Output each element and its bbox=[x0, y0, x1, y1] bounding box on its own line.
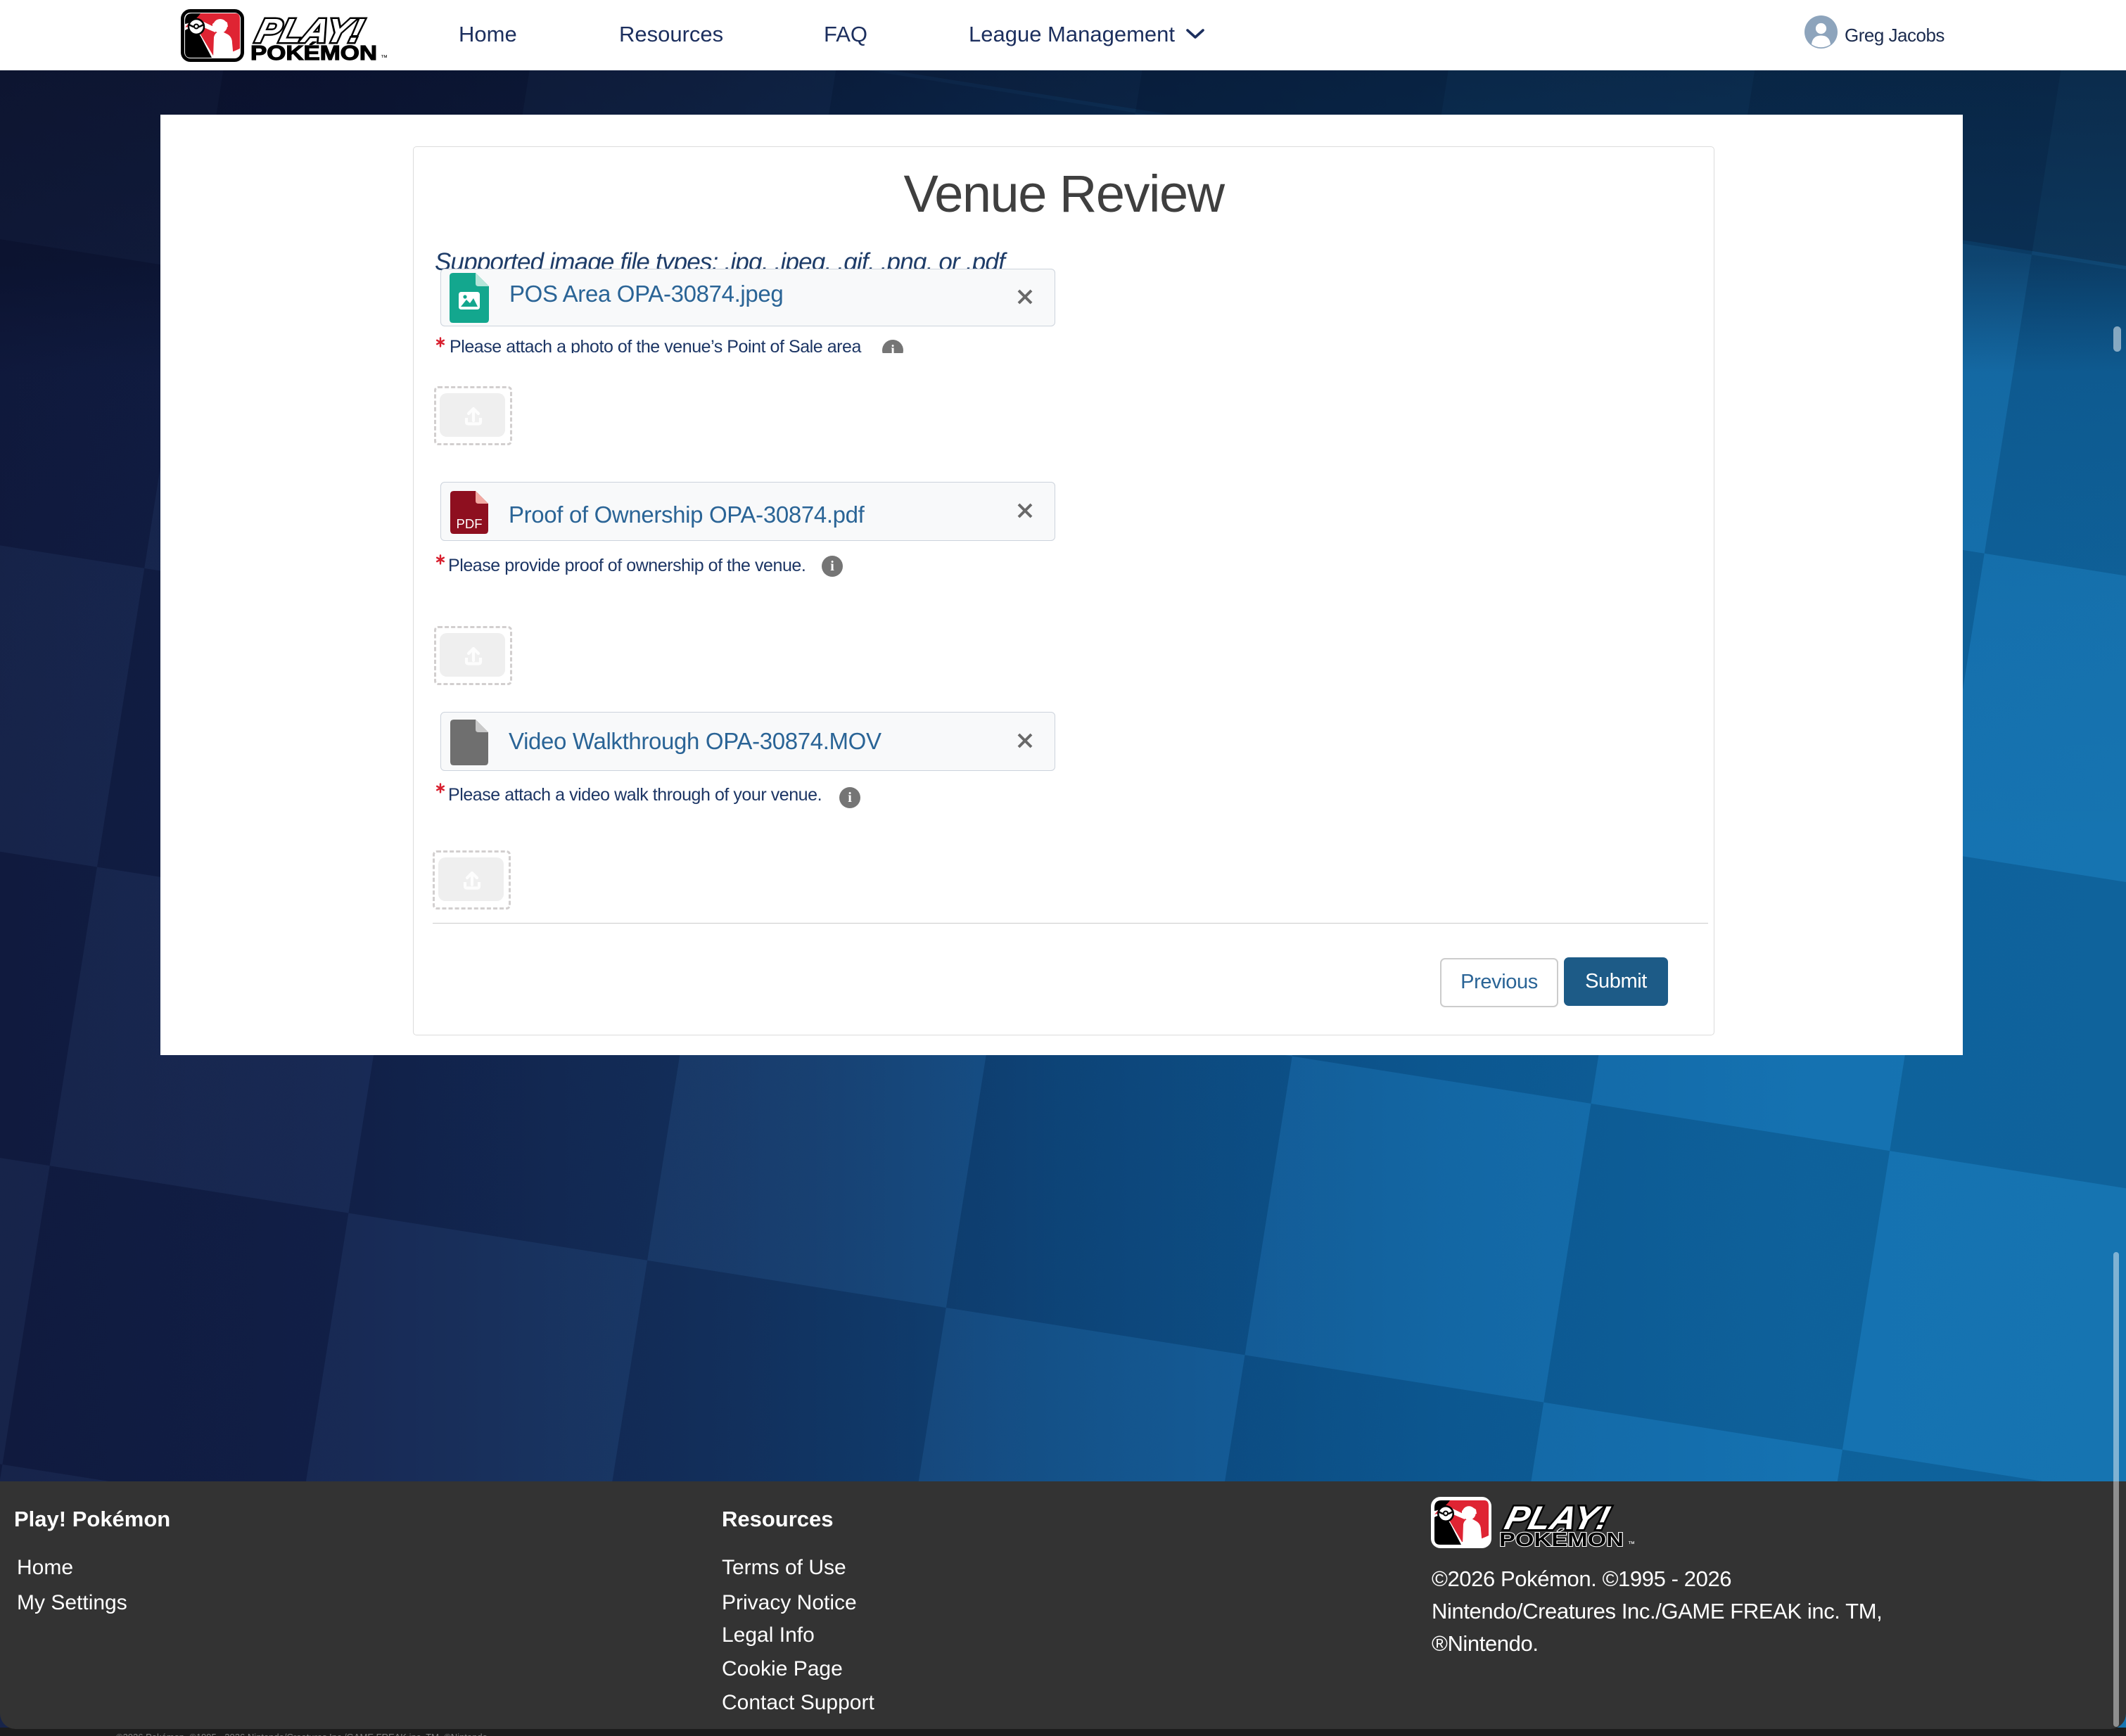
svg-text:POKÉMON: POKÉMON bbox=[1499, 1528, 1624, 1548]
svg-text:™: ™ bbox=[381, 54, 388, 62]
svg-text:POKÉMON: POKÉMON bbox=[250, 41, 377, 62]
svg-text:PDF: PDF bbox=[457, 516, 483, 531]
svg-text:™: ™ bbox=[1628, 1540, 1635, 1548]
